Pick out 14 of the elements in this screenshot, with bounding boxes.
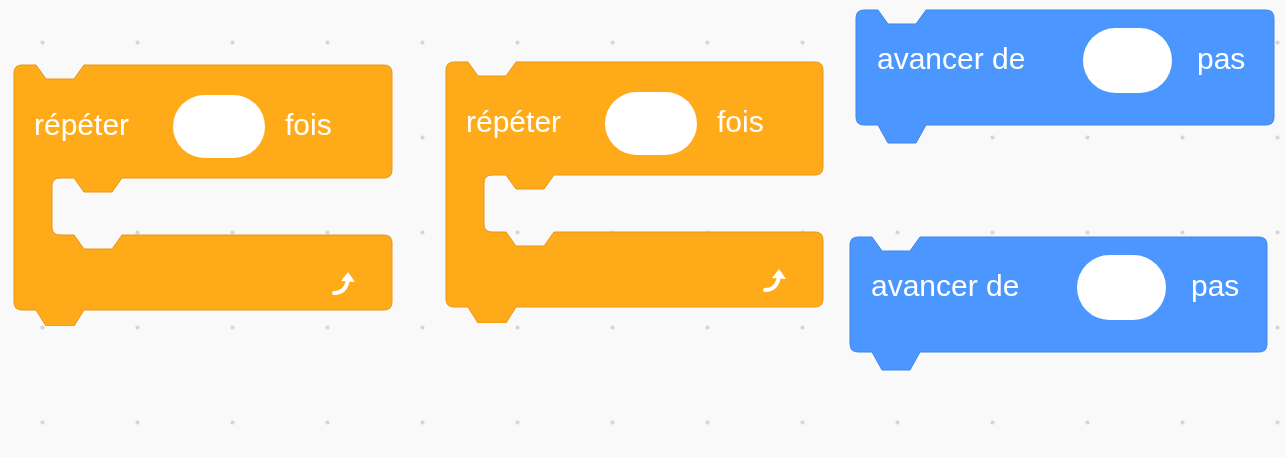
block-label: répéter xyxy=(34,107,130,141)
block-label: avancer de xyxy=(871,268,1020,302)
block-label: fois xyxy=(285,107,332,141)
move-block[interactable] xyxy=(849,236,1268,371)
loop-arrow-icon xyxy=(332,272,355,295)
repeat-block[interactable] xyxy=(13,64,393,326)
move-block[interactable] xyxy=(855,9,1275,144)
block-label: fois xyxy=(717,104,764,138)
block-label: pas xyxy=(1197,41,1246,75)
block-label: avancer de xyxy=(877,41,1026,75)
block-label: pas xyxy=(1191,268,1240,302)
block-label: répéter xyxy=(466,104,562,138)
repeat-block[interactable] xyxy=(445,61,824,323)
loop-arrow-icon xyxy=(763,269,786,292)
